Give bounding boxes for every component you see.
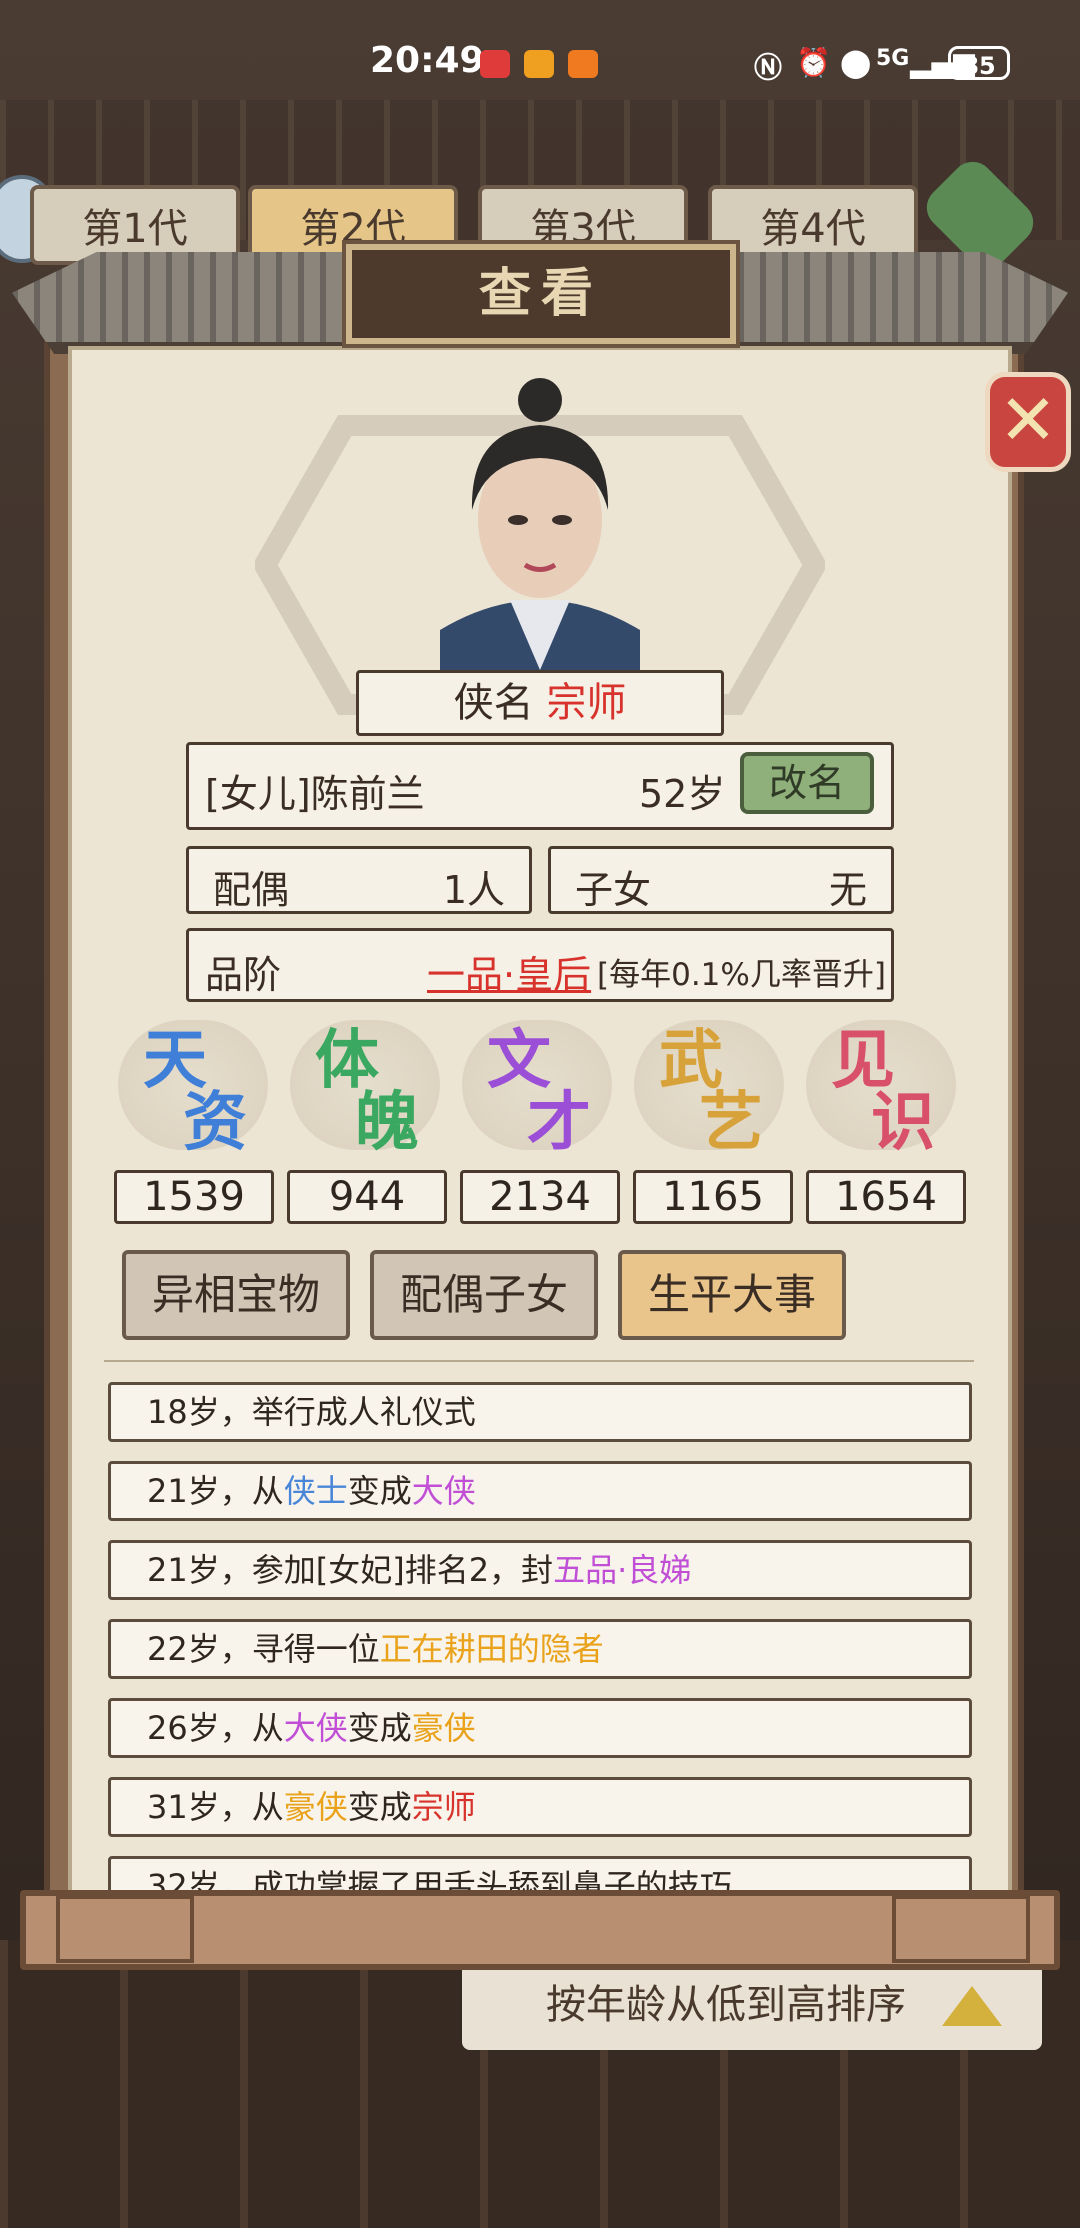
rank-row: 品阶 一品·皇后 [每年0.1%几率晋升] bbox=[186, 928, 894, 1002]
rename-button[interactable]: 改名 bbox=[740, 752, 874, 814]
life-event-text: 豪侠 bbox=[411, 1709, 476, 1747]
life-event-text: 31岁，从 bbox=[147, 1788, 284, 1826]
rank-note: [每年0.1%几率晋升] bbox=[597, 957, 886, 993]
sort-button[interactable]: 按年龄从低到高排序 bbox=[462, 1960, 1042, 2050]
sort-triangle-icon bbox=[942, 1986, 1002, 2026]
rail-ornament bbox=[56, 1895, 194, 1963]
app-notification-icon bbox=[568, 50, 598, 78]
life-event-text: 21岁，参加[女妃]排名2，封 bbox=[147, 1551, 554, 1589]
life-event-row: 26岁，从大侠变成豪侠 bbox=[108, 1698, 972, 1758]
life-event-row: 31岁，从豪侠变成宗师 bbox=[108, 1777, 972, 1837]
hero-title-prefix: 侠名 bbox=[453, 680, 534, 726]
life-event-text: 变成 bbox=[347, 1788, 412, 1826]
status-bar: 20:49 Ⓝ ⏰ ⬤ 5G ▂▄▆ 85 bbox=[0, 0, 1080, 120]
stat-literary-value: 2134 bbox=[460, 1170, 620, 1224]
life-event-text: 18岁，举行成人礼仪式 bbox=[147, 1393, 476, 1431]
app-notification-icon bbox=[480, 50, 510, 78]
life-event-text: 21岁，从 bbox=[147, 1472, 284, 1510]
spouse-label: 配偶 bbox=[213, 868, 290, 912]
stat-physique-label-2: 魄 bbox=[355, 1086, 419, 1160]
hero-age: 52岁 bbox=[639, 772, 726, 816]
life-event-row: 21岁，参加[女妃]排名2，封五品·良娣 bbox=[108, 1540, 972, 1600]
stat-talent-label-1: 天 bbox=[143, 1024, 207, 1098]
stat-physique-label-1: 体 bbox=[315, 1024, 379, 1098]
life-event-row: 32岁，成功掌握了用舌头舔到鼻子的技巧 bbox=[108, 1856, 972, 1890]
rail-ornament bbox=[892, 1895, 1030, 1963]
stat-insight-value: 1654 bbox=[806, 1170, 966, 1224]
life-event-text: 32岁，成功掌握了用舌头舔到鼻子的技巧 bbox=[147, 1867, 732, 1890]
life-event-row: 22岁，寻得一位正在耕田的隐者 bbox=[108, 1619, 972, 1679]
stat-martial-value: 1165 bbox=[633, 1170, 793, 1224]
life-event-text: 22岁，寻得一位 bbox=[147, 1630, 380, 1668]
location-icon: ⬤ bbox=[840, 46, 872, 79]
life-events-list[interactable]: 18岁，举行成人礼仪式 21岁，从侠士变成大侠 21岁，参加[女妃]排名2，封五品·… bbox=[108, 1382, 972, 1890]
children-row: 子女 无 bbox=[548, 846, 894, 914]
stat-talent-value: 1539 bbox=[114, 1170, 274, 1224]
stat-literary-label-1: 文 bbox=[487, 1024, 551, 1098]
dialog-title: 查看 bbox=[478, 264, 603, 324]
life-event-text: 26岁，从 bbox=[147, 1709, 284, 1747]
life-event-text: 变成 bbox=[347, 1472, 412, 1510]
life-event-text: 侠士 bbox=[283, 1472, 348, 1510]
status-time: 20:49 bbox=[370, 40, 485, 81]
life-event-text: 变成 bbox=[347, 1709, 412, 1747]
life-event-text: 五品·良娣 bbox=[553, 1551, 692, 1589]
spouse-row: 配偶 1人 bbox=[186, 846, 532, 914]
hero-name: [女儿]陈前兰 bbox=[205, 772, 425, 816]
battery-icon: 85 bbox=[948, 46, 1010, 80]
hero-title-value: 宗师 bbox=[546, 680, 627, 726]
hero-title-plate: 侠名 宗师 bbox=[356, 670, 724, 736]
life-event-row: 18岁，举行成人礼仪式 bbox=[108, 1382, 972, 1442]
network-label: 5G bbox=[876, 46, 910, 71]
stat-talent-label-2: 资 bbox=[183, 1086, 247, 1160]
life-event-text: 豪侠 bbox=[283, 1788, 348, 1826]
stat-martial-label-1: 武 bbox=[659, 1024, 723, 1098]
dialog-title-plaque: 查看 bbox=[342, 240, 740, 348]
tab-treasures[interactable]: 异相宝物 bbox=[122, 1250, 350, 1340]
alarm-icon: ⏰ bbox=[796, 46, 831, 79]
rank-value[interactable]: 一品·皇后 bbox=[427, 944, 591, 999]
stat-literary-label-2: 才 bbox=[527, 1086, 591, 1160]
tab-life-events[interactable]: 生平大事 bbox=[618, 1250, 846, 1340]
rank-label: 品阶 bbox=[205, 953, 282, 997]
character-portrait bbox=[440, 378, 640, 670]
life-event-text: 大侠 bbox=[411, 1472, 476, 1510]
sort-label: 按年龄从低到高排序 bbox=[546, 1982, 906, 2028]
close-button[interactable]: ✕ bbox=[985, 372, 1071, 472]
divider bbox=[104, 1360, 974, 1362]
life-event-row: 21岁，从侠士变成大侠 bbox=[108, 1461, 972, 1521]
children-label: 子女 bbox=[575, 868, 652, 912]
spouse-value: 1人 bbox=[442, 868, 505, 912]
life-event-text: 大侠 bbox=[283, 1709, 348, 1747]
stat-martial-label-2: 艺 bbox=[699, 1086, 763, 1160]
stat-insight-label-1: 见 bbox=[831, 1024, 895, 1098]
life-event-text: 正在耕田的隐者 bbox=[379, 1630, 604, 1668]
tab-spouse-children[interactable]: 配偶子女 bbox=[370, 1250, 598, 1340]
children-value: 无 bbox=[828, 868, 867, 912]
stat-physique-value: 944 bbox=[287, 1170, 447, 1224]
weibo-icon bbox=[524, 50, 554, 78]
nfc-icon: Ⓝ bbox=[754, 51, 783, 84]
life-event-text: 宗师 bbox=[411, 1788, 476, 1826]
stat-insight-label-2: 识 bbox=[871, 1086, 935, 1160]
